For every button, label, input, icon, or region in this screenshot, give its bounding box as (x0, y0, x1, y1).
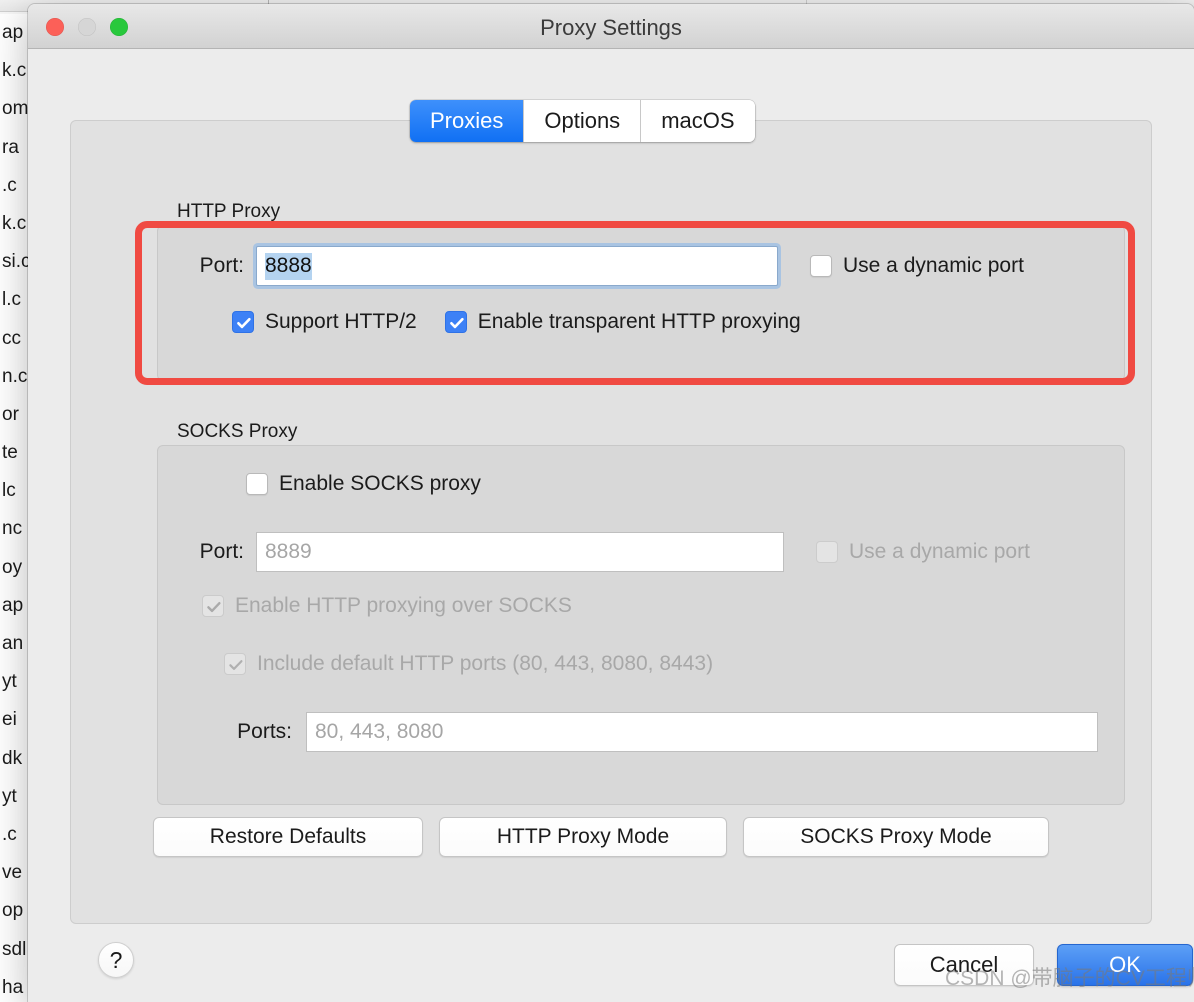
http-port-input[interactable]: 8888 (256, 246, 778, 286)
socks-ports-row: Ports: 80, 443, 8080 (172, 712, 1098, 752)
include-default-ports-label: Include default HTTP ports (80, 443, 808… (257, 652, 714, 675)
screen: ap k.c om ra .c k.c si.c l.c cc n.c or te lc nc oy ap an… (0, 0, 1194, 1002)
socks-proxy-group: Enable SOCKS proxy Port: 8889 Use a dyna… (157, 445, 1125, 805)
http-options-row: Support HTTP/2 Enable transparent HTTP p… (232, 310, 801, 334)
http-proxy-group-label: HTTP Proxy (177, 201, 281, 222)
socks-dynamic-port-checkbox[interactable]: Use a dynamic port (816, 540, 1030, 564)
support-http2-checkbox[interactable]: Support HTTP/2 (232, 310, 417, 334)
checkbox-icon (246, 473, 268, 495)
socks-proxy-mode-label: SOCKS Proxy Mode (800, 825, 992, 848)
http-proxy-mode-button[interactable]: HTTP Proxy Mode (439, 817, 727, 857)
socks-ports-placeholder: 80, 443, 8080 (315, 720, 444, 743)
tab-macos[interactable]: macOS (640, 100, 755, 142)
socks-ports-input[interactable]: 80, 443, 8080 (306, 712, 1098, 752)
http-port-label: Port: (199, 254, 244, 277)
question-mark-icon: ? (109, 946, 123, 973)
socks-port-input[interactable]: 8889 (256, 532, 784, 572)
tab-options[interactable]: Options (523, 100, 641, 142)
socks-port-placeholder: 8889 (265, 540, 312, 563)
http-dynamic-port-checkbox[interactable]: Use a dynamic port (810, 254, 1024, 278)
proxies-panel: HTTP Proxy Port: 8888 Use a dynamic port (70, 120, 1152, 924)
tab-proxies-label: Proxies (430, 108, 504, 133)
proxy-settings-dialog: Proxy Settings Proxies Options macOS HTT… (28, 4, 1194, 1002)
tab-proxies[interactable]: Proxies (410, 100, 524, 142)
include-default-ports-row: Include default HTTP ports (80, 443, 808… (208, 652, 713, 676)
http-over-socks-row: Enable HTTP proxying over SOCKS (186, 594, 572, 618)
checkbox-checked-disabled-icon (202, 595, 224, 617)
enable-socks-label: Enable SOCKS proxy (279, 472, 481, 495)
http-proxy-group: Port: 8888 Use a dynamic port Support HT… (157, 225, 1125, 381)
window-title: Proxy Settings (540, 15, 682, 40)
http-port-row: Port: 8888 Use a dynamic port (172, 246, 1024, 286)
socks-dynamic-port-label: Use a dynamic port (849, 540, 1030, 563)
transparent-proxy-checkbox[interactable]: Enable transparent HTTP proxying (444, 310, 801, 334)
checkbox-checked-icon (232, 311, 254, 333)
socks-enable-row: Enable SOCKS proxy (172, 472, 481, 496)
socks-ports-label: Ports: (237, 720, 292, 743)
cancel-button[interactable]: Cancel (894, 944, 1034, 986)
enable-socks-checkbox[interactable]: Enable SOCKS proxy (246, 472, 481, 496)
http-port-value: 8888 (265, 252, 312, 280)
help-button[interactable]: ? (98, 942, 134, 978)
tab-bar: Proxies Options macOS (410, 100, 755, 142)
ok-button[interactable]: OK (1057, 944, 1193, 986)
checkbox-icon (810, 255, 832, 277)
ok-label: OK (1109, 952, 1141, 977)
checkbox-checked-icon (444, 311, 467, 333)
checkbox-disabled-icon (816, 541, 838, 563)
include-default-ports-checkbox[interactable]: Include default HTTP ports (80, 443, 808… (224, 652, 713, 676)
http-over-socks-checkbox[interactable]: Enable HTTP proxying over SOCKS (202, 594, 572, 618)
tab-macos-label: macOS (661, 108, 735, 133)
socks-port-label: Port: (199, 540, 244, 563)
checkbox-checked-disabled-icon (224, 653, 246, 675)
support-http2-label: Support HTTP/2 (265, 310, 417, 333)
restore-defaults-label: Restore Defaults (209, 825, 367, 848)
socks-port-row: Port: 8889 Use a dynamic port (172, 532, 1030, 572)
http-proxy-mode-label: HTTP Proxy Mode (496, 825, 670, 848)
http-over-socks-label: Enable HTTP proxying over SOCKS (235, 594, 572, 617)
socks-proxy-mode-button[interactable]: SOCKS Proxy Mode (743, 817, 1049, 857)
title-bar: Proxy Settings (28, 4, 1194, 49)
socks-proxy-group-label: SOCKS Proxy (177, 421, 298, 442)
cancel-label: Cancel (929, 952, 999, 977)
http-dynamic-port-label: Use a dynamic port (843, 254, 1024, 277)
tab-options-label: Options (544, 108, 621, 133)
restore-defaults-button[interactable]: Restore Defaults (153, 817, 423, 857)
transparent-proxy-label: Enable transparent HTTP proxying (477, 310, 801, 333)
